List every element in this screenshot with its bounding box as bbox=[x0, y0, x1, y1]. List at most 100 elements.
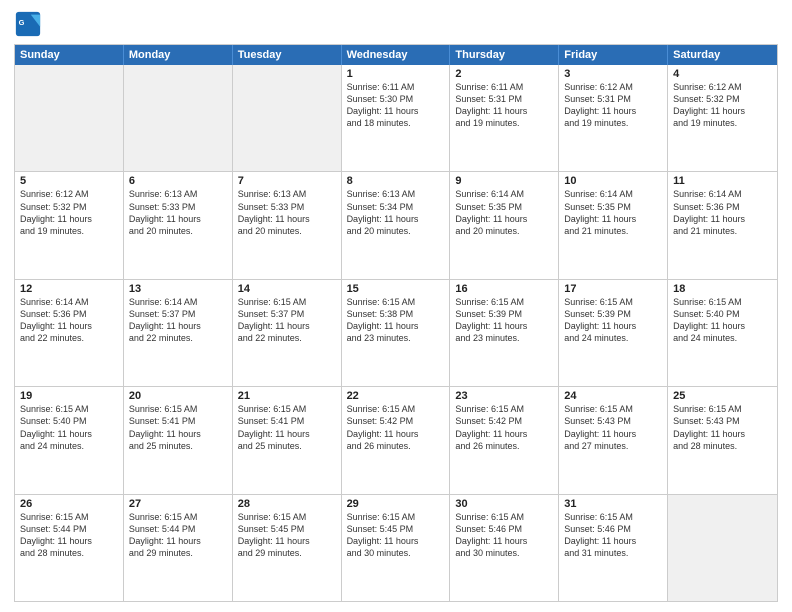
table-row: 25Sunrise: 6:15 AM Sunset: 5:43 PM Dayli… bbox=[668, 387, 777, 493]
table-row: 30Sunrise: 6:15 AM Sunset: 5:46 PM Dayli… bbox=[450, 495, 559, 601]
day-number: 8 bbox=[347, 175, 445, 187]
table-row: 9Sunrise: 6:14 AM Sunset: 5:35 PM Daylig… bbox=[450, 172, 559, 278]
calendar-row-4: 19Sunrise: 6:15 AM Sunset: 5:40 PM Dayli… bbox=[15, 387, 777, 494]
table-row: 23Sunrise: 6:15 AM Sunset: 5:42 PM Dayli… bbox=[450, 387, 559, 493]
table-row bbox=[124, 65, 233, 171]
table-row: 5Sunrise: 6:12 AM Sunset: 5:32 PM Daylig… bbox=[15, 172, 124, 278]
table-row: 20Sunrise: 6:15 AM Sunset: 5:41 PM Dayli… bbox=[124, 387, 233, 493]
calendar-row-3: 12Sunrise: 6:14 AM Sunset: 5:36 PM Dayli… bbox=[15, 280, 777, 387]
table-row bbox=[15, 65, 124, 171]
table-row: 16Sunrise: 6:15 AM Sunset: 5:39 PM Dayli… bbox=[450, 280, 559, 386]
day-number: 31 bbox=[564, 498, 662, 510]
day-info: Sunrise: 6:15 AM Sunset: 5:40 PM Dayligh… bbox=[673, 296, 772, 345]
svg-text:G: G bbox=[19, 18, 25, 27]
table-row bbox=[668, 495, 777, 601]
table-row: 15Sunrise: 6:15 AM Sunset: 5:38 PM Dayli… bbox=[342, 280, 451, 386]
day-info: Sunrise: 6:15 AM Sunset: 5:39 PM Dayligh… bbox=[564, 296, 662, 345]
day-info: Sunrise: 6:15 AM Sunset: 5:41 PM Dayligh… bbox=[129, 403, 227, 452]
day-number: 1 bbox=[347, 68, 445, 80]
day-number: 19 bbox=[20, 390, 118, 402]
day-number: 27 bbox=[129, 498, 227, 510]
header: G bbox=[14, 10, 778, 38]
day-info: Sunrise: 6:15 AM Sunset: 5:42 PM Dayligh… bbox=[347, 403, 445, 452]
table-row: 27Sunrise: 6:15 AM Sunset: 5:44 PM Dayli… bbox=[124, 495, 233, 601]
header-day-saturday: Saturday bbox=[668, 45, 777, 65]
header-day-wednesday: Wednesday bbox=[342, 45, 451, 65]
day-info: Sunrise: 6:13 AM Sunset: 5:33 PM Dayligh… bbox=[238, 188, 336, 237]
table-row: 22Sunrise: 6:15 AM Sunset: 5:42 PM Dayli… bbox=[342, 387, 451, 493]
header-day-tuesday: Tuesday bbox=[233, 45, 342, 65]
header-day-friday: Friday bbox=[559, 45, 668, 65]
day-info: Sunrise: 6:15 AM Sunset: 5:44 PM Dayligh… bbox=[20, 511, 118, 560]
day-info: Sunrise: 6:15 AM Sunset: 5:46 PM Dayligh… bbox=[455, 511, 553, 560]
day-info: Sunrise: 6:15 AM Sunset: 5:43 PM Dayligh… bbox=[673, 403, 772, 452]
day-number: 6 bbox=[129, 175, 227, 187]
day-info: Sunrise: 6:15 AM Sunset: 5:37 PM Dayligh… bbox=[238, 296, 336, 345]
table-row: 18Sunrise: 6:15 AM Sunset: 5:40 PM Dayli… bbox=[668, 280, 777, 386]
day-number: 9 bbox=[455, 175, 553, 187]
table-row: 17Sunrise: 6:15 AM Sunset: 5:39 PM Dayli… bbox=[559, 280, 668, 386]
table-row: 26Sunrise: 6:15 AM Sunset: 5:44 PM Dayli… bbox=[15, 495, 124, 601]
day-number: 15 bbox=[347, 283, 445, 295]
day-number: 26 bbox=[20, 498, 118, 510]
day-number: 21 bbox=[238, 390, 336, 402]
day-info: Sunrise: 6:15 AM Sunset: 5:42 PM Dayligh… bbox=[455, 403, 553, 452]
day-number: 18 bbox=[673, 283, 772, 295]
calendar-header-row: SundayMondayTuesdayWednesdayThursdayFrid… bbox=[15, 45, 777, 65]
day-number: 2 bbox=[455, 68, 553, 80]
table-row: 6Sunrise: 6:13 AM Sunset: 5:33 PM Daylig… bbox=[124, 172, 233, 278]
table-row: 21Sunrise: 6:15 AM Sunset: 5:41 PM Dayli… bbox=[233, 387, 342, 493]
day-info: Sunrise: 6:12 AM Sunset: 5:32 PM Dayligh… bbox=[20, 188, 118, 237]
table-row: 19Sunrise: 6:15 AM Sunset: 5:40 PM Dayli… bbox=[15, 387, 124, 493]
header-day-sunday: Sunday bbox=[15, 45, 124, 65]
day-info: Sunrise: 6:14 AM Sunset: 5:36 PM Dayligh… bbox=[20, 296, 118, 345]
header-day-thursday: Thursday bbox=[450, 45, 559, 65]
day-number: 22 bbox=[347, 390, 445, 402]
day-number: 25 bbox=[673, 390, 772, 402]
table-row: 11Sunrise: 6:14 AM Sunset: 5:36 PM Dayli… bbox=[668, 172, 777, 278]
day-number: 10 bbox=[564, 175, 662, 187]
day-number: 30 bbox=[455, 498, 553, 510]
table-row: 14Sunrise: 6:15 AM Sunset: 5:37 PM Dayli… bbox=[233, 280, 342, 386]
day-info: Sunrise: 6:15 AM Sunset: 5:40 PM Dayligh… bbox=[20, 403, 118, 452]
day-number: 20 bbox=[129, 390, 227, 402]
day-info: Sunrise: 6:14 AM Sunset: 5:37 PM Dayligh… bbox=[129, 296, 227, 345]
table-row: 13Sunrise: 6:14 AM Sunset: 5:37 PM Dayli… bbox=[124, 280, 233, 386]
table-row: 3Sunrise: 6:12 AM Sunset: 5:31 PM Daylig… bbox=[559, 65, 668, 171]
table-row: 4Sunrise: 6:12 AM Sunset: 5:32 PM Daylig… bbox=[668, 65, 777, 171]
table-row: 31Sunrise: 6:15 AM Sunset: 5:46 PM Dayli… bbox=[559, 495, 668, 601]
day-number: 5 bbox=[20, 175, 118, 187]
day-info: Sunrise: 6:15 AM Sunset: 5:44 PM Dayligh… bbox=[129, 511, 227, 560]
day-info: Sunrise: 6:15 AM Sunset: 5:38 PM Dayligh… bbox=[347, 296, 445, 345]
day-number: 12 bbox=[20, 283, 118, 295]
day-number: 13 bbox=[129, 283, 227, 295]
day-number: 11 bbox=[673, 175, 772, 187]
day-number: 23 bbox=[455, 390, 553, 402]
day-number: 4 bbox=[673, 68, 772, 80]
table-row: 8Sunrise: 6:13 AM Sunset: 5:34 PM Daylig… bbox=[342, 172, 451, 278]
table-row: 28Sunrise: 6:15 AM Sunset: 5:45 PM Dayli… bbox=[233, 495, 342, 601]
logo-icon: G bbox=[14, 10, 42, 38]
logo: G bbox=[14, 10, 46, 38]
day-number: 28 bbox=[238, 498, 336, 510]
calendar-row-5: 26Sunrise: 6:15 AM Sunset: 5:44 PM Dayli… bbox=[15, 495, 777, 601]
day-info: Sunrise: 6:15 AM Sunset: 5:46 PM Dayligh… bbox=[564, 511, 662, 560]
table-row: 12Sunrise: 6:14 AM Sunset: 5:36 PM Dayli… bbox=[15, 280, 124, 386]
day-info: Sunrise: 6:12 AM Sunset: 5:31 PM Dayligh… bbox=[564, 81, 662, 130]
header-day-monday: Monday bbox=[124, 45, 233, 65]
day-info: Sunrise: 6:15 AM Sunset: 5:43 PM Dayligh… bbox=[564, 403, 662, 452]
day-number: 24 bbox=[564, 390, 662, 402]
day-number: 14 bbox=[238, 283, 336, 295]
day-info: Sunrise: 6:14 AM Sunset: 5:36 PM Dayligh… bbox=[673, 188, 772, 237]
day-info: Sunrise: 6:14 AM Sunset: 5:35 PM Dayligh… bbox=[564, 188, 662, 237]
day-number: 16 bbox=[455, 283, 553, 295]
table-row: 7Sunrise: 6:13 AM Sunset: 5:33 PM Daylig… bbox=[233, 172, 342, 278]
table-row: 29Sunrise: 6:15 AM Sunset: 5:45 PM Dayli… bbox=[342, 495, 451, 601]
day-number: 17 bbox=[564, 283, 662, 295]
day-info: Sunrise: 6:13 AM Sunset: 5:34 PM Dayligh… bbox=[347, 188, 445, 237]
calendar-row-1: 1Sunrise: 6:11 AM Sunset: 5:30 PM Daylig… bbox=[15, 65, 777, 172]
day-info: Sunrise: 6:11 AM Sunset: 5:31 PM Dayligh… bbox=[455, 81, 553, 130]
day-info: Sunrise: 6:11 AM Sunset: 5:30 PM Dayligh… bbox=[347, 81, 445, 130]
table-row: 1Sunrise: 6:11 AM Sunset: 5:30 PM Daylig… bbox=[342, 65, 451, 171]
calendar-body: 1Sunrise: 6:11 AM Sunset: 5:30 PM Daylig… bbox=[15, 65, 777, 601]
